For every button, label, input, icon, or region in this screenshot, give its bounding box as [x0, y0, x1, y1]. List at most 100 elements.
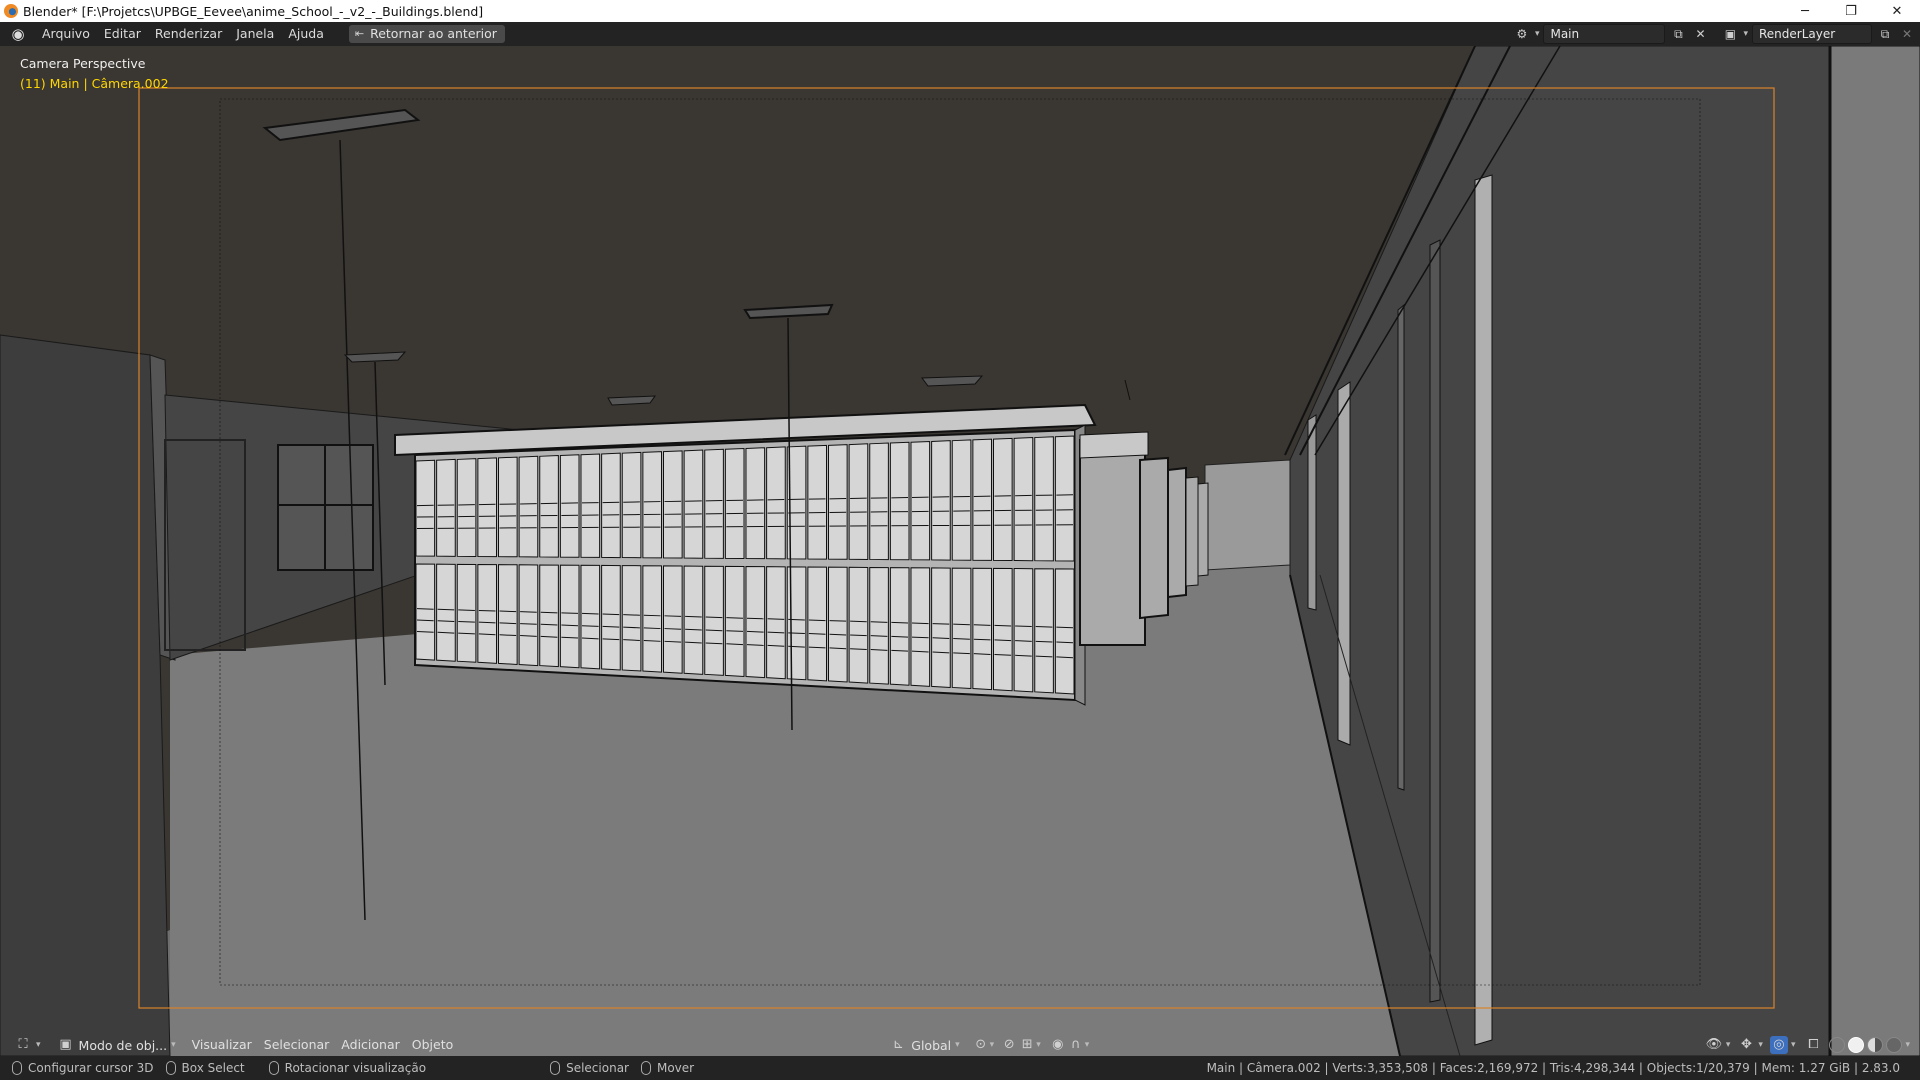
locker-vent-line: [458, 620, 475, 623]
locker-door: [704, 448, 724, 559]
locker-vent-line: [911, 636, 929, 639]
locker-vent-line: [746, 630, 764, 633]
delete-view-layer-icon[interactable]: ✕: [1898, 25, 1916, 43]
wireframe-shading-icon[interactable]: [1829, 1037, 1846, 1053]
mouse-left-icon: [550, 1061, 561, 1075]
menu-ajuda[interactable]: Ajuda: [281, 23, 331, 45]
locker-vent-line: [1015, 625, 1032, 628]
locker-vent-line: [808, 633, 826, 635]
interaction-mode-dropdown[interactable]: ▣ Modo de obj... ▾: [53, 1035, 180, 1055]
top-menu-bar: ◉ Arquivo Editar Renderizar Janela Ajuda…: [0, 22, 1920, 46]
back-to-previous-button[interactable]: ⇤ Retornar ao anterior: [348, 25, 505, 43]
locker-vent-line: [767, 631, 785, 634]
menu-janela[interactable]: Janela: [229, 23, 281, 45]
locker-door: [951, 439, 972, 561]
locker-door: [724, 565, 745, 678]
falloff-icon[interactable]: ∩: [1067, 1036, 1085, 1054]
view-layer-field[interactable]: RenderLayer: [1752, 24, 1872, 44]
chevron-down-icon: ▾: [1758, 1040, 1763, 1050]
rendered-shading-icon[interactable]: [1886, 1037, 1903, 1053]
menu-editar[interactable]: Editar: [97, 23, 148, 45]
hint-label: Rotacionar visualização: [284, 1061, 427, 1075]
back-icon: ⇤: [354, 27, 365, 40]
locker-door: [580, 453, 601, 558]
locker-vent-line: [643, 627, 661, 630]
locker-vent-line: [746, 617, 764, 620]
locker-door: [539, 455, 559, 558]
scene-statistics: Main | Câmera.002 | Verts:3,353,508 | Fa…: [1206, 1061, 1900, 1075]
menu-renderizar[interactable]: Renderizar: [148, 23, 229, 45]
transform-orientation-dropdown[interactable]: ⊾ Global ▾: [885, 1035, 963, 1055]
solid-shading-icon[interactable]: [1848, 1037, 1865, 1053]
locker-vent-line: [994, 639, 1012, 642]
locker-vent-line: [478, 621, 496, 624]
locker-vent-line: [416, 608, 434, 610]
restore-button[interactable]: ❐: [1828, 0, 1874, 22]
blender-logo-icon[interactable]: ◉: [9, 25, 27, 43]
locker-vent-line: [478, 609, 496, 612]
locker-vent-line: [726, 617, 744, 619]
window-title: Blender* [F:\Projetcs\UPBGE_Eevee\anime_…: [23, 3, 484, 19]
close-button[interactable]: ✕: [1874, 0, 1920, 22]
snap-toggle-icon[interactable]: ⊘: [1000, 1036, 1018, 1054]
locker-door: [828, 566, 848, 683]
minimize-button[interactable]: ─: [1782, 0, 1828, 22]
material-shading-icon[interactable]: [1867, 1037, 1884, 1053]
locker-door: [704, 565, 724, 676]
delete-scene-icon[interactable]: ✕: [1691, 25, 1709, 43]
locker-vent-line: [726, 630, 744, 632]
locker-vent-line: [602, 613, 620, 616]
mouse-drag-icon: [640, 1061, 651, 1075]
chevron-down-icon: ▾: [989, 1040, 995, 1050]
visibility-icon[interactable]: 👁: [1705, 1036, 1723, 1054]
menu-visualizar[interactable]: Visualizar: [186, 1035, 258, 1055]
scene-name-field[interactable]: Main: [1543, 24, 1666, 44]
locker-door: [642, 451, 662, 559]
locker-vent-line: [664, 628, 682, 630]
menu-adicionar[interactable]: Adicionar: [335, 1035, 405, 1055]
locker-door: [683, 449, 704, 559]
locker-vent-line: [850, 634, 867, 637]
locker-door: [724, 447, 745, 560]
xray-icon[interactable]: ⧠: [1804, 1036, 1822, 1054]
editor-type-selector[interactable]: ⛶ ▾: [10, 1035, 45, 1055]
new-scene-icon[interactable]: ⧉: [1669, 25, 1687, 43]
chevron-down-icon: ▾: [1743, 29, 1748, 39]
gizmo-icon[interactable]: ✥: [1737, 1036, 1755, 1054]
hint-label: Selecionar: [566, 1061, 629, 1075]
locker-vent-line: [520, 623, 537, 625]
chevron-down-icon: ▾: [955, 1040, 960, 1050]
pivot-point-icon[interactable]: ⊙: [972, 1036, 990, 1054]
menu-objeto[interactable]: Objeto: [406, 1035, 460, 1055]
3d-viewport[interactable]: Camera Perspective (11) Main | Câmera.00…: [0, 46, 1920, 1056]
object-mode-icon: ▣: [59, 1037, 72, 1052]
locker-vent-line: [664, 615, 682, 617]
orientation-label: Global: [911, 1037, 952, 1053]
view-layer-browse-icon[interactable]: ▣: [1721, 25, 1739, 43]
locker-door: [539, 564, 559, 668]
new-view-layer-icon[interactable]: ⧉: [1876, 25, 1894, 43]
locker-vent-line: [581, 612, 599, 615]
locker-door: [642, 565, 662, 673]
locker-door: [498, 564, 518, 665]
menu-arquivo[interactable]: Arquivo: [35, 23, 97, 45]
locker-vent-line: [1056, 626, 1074, 629]
menu-selecionar[interactable]: Selecionar: [258, 1035, 336, 1055]
locker-door: [1054, 435, 1075, 562]
locker-door: [848, 566, 869, 684]
locker-vent-line: [685, 615, 702, 618]
locker-vent-line: [1056, 641, 1074, 644]
scene-browse-icon[interactable]: ⚙: [1513, 25, 1531, 43]
locker-door: [993, 567, 1013, 692]
overlays-icon[interactable]: ◎: [1769, 1036, 1788, 1054]
locker-door: [869, 566, 889, 685]
blender-app-icon: [4, 4, 18, 18]
object-info-label: (11) Main | Câmera.002: [20, 76, 169, 91]
snap-target-icon[interactable]: ⊞: [1018, 1036, 1036, 1054]
locker-door: [889, 567, 910, 686]
locker-door: [869, 442, 889, 561]
orientation-axis-icon: ⊾: [892, 1037, 904, 1052]
locker-door: [456, 458, 477, 557]
chevron-down-icon: ▾: [36, 1040, 41, 1050]
proportional-edit-icon[interactable]: ◉: [1049, 1036, 1067, 1054]
